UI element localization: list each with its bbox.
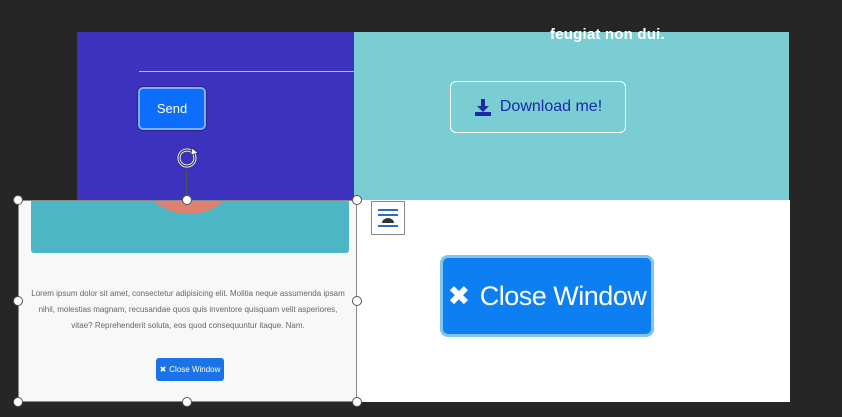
x-icon: ✖ [159, 365, 167, 374]
image-close-button: ✖ Close Window [156, 358, 224, 381]
selected-image[interactable]: Lorem ipsum dolor sit amet, consectetur … [18, 200, 357, 402]
download-label: Download me! [499, 98, 603, 115]
resize-handle-right[interactable] [352, 296, 362, 306]
resize-handle-bottom-left[interactable] [13, 397, 23, 407]
resize-handle-left[interactable] [13, 296, 23, 306]
close-window-button[interactable]: ✖ Close Window [440, 255, 654, 337]
rotate-icon[interactable] [174, 145, 200, 171]
divider-line [139, 71, 354, 72]
resize-handle-bottom-right[interactable] [352, 397, 362, 407]
purple-panel [77, 32, 354, 200]
download-icon [474, 98, 492, 116]
close-window-label: Close Window [479, 280, 647, 311]
layout-options-icon[interactable] [371, 201, 405, 235]
image-paragraph: Lorem ipsum dolor sit amet, consectetur … [31, 289, 345, 330]
resize-handle-top[interactable] [182, 195, 192, 205]
resize-handle-bottom[interactable] [182, 397, 192, 407]
send-button[interactable]: Send [138, 87, 206, 130]
resize-handle-top-right[interactable] [352, 195, 362, 205]
resize-handle-top-left[interactable] [13, 195, 23, 205]
x-icon: ✖ [447, 280, 471, 311]
teal-panel-text: feugiat non dui. [550, 26, 665, 43]
image-close-label: Close Window [169, 365, 221, 374]
download-button[interactable]: Download me! [450, 81, 626, 133]
